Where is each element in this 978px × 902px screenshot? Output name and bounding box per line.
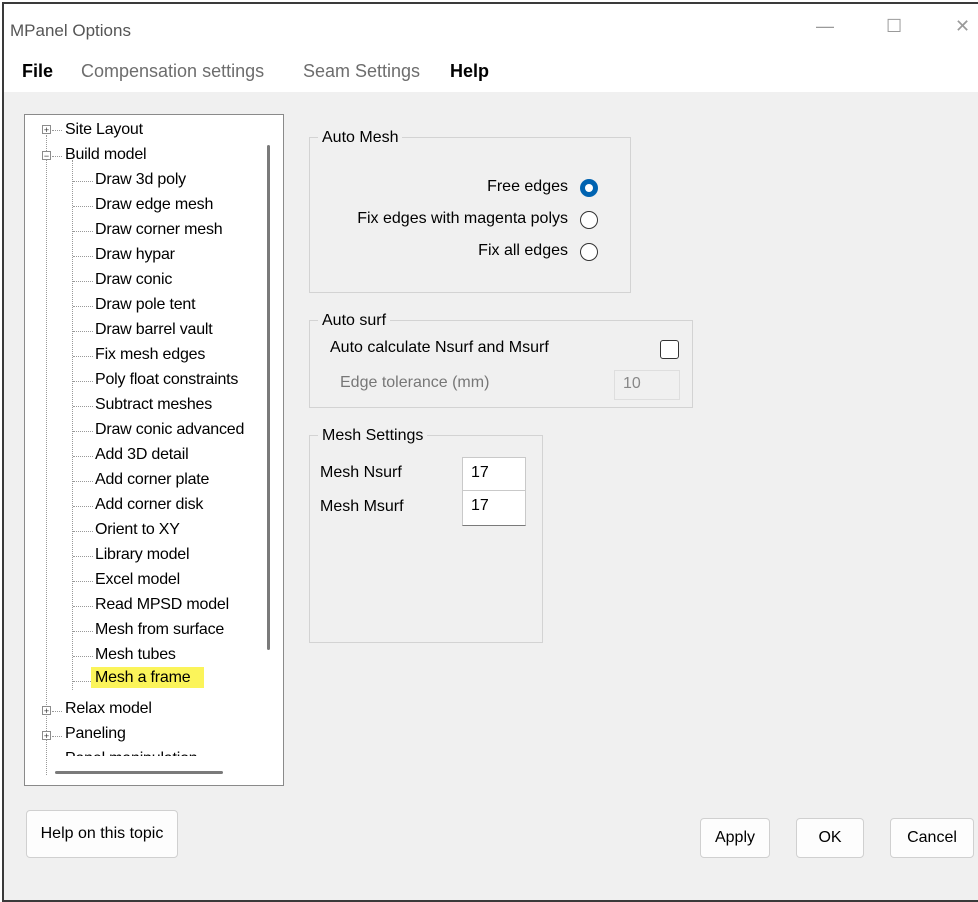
- menu-help[interactable]: Help: [450, 61, 489, 82]
- tree-item-read-mpsd-model[interactable]: Read MPSD model: [95, 596, 229, 614]
- tree-horizontal-scrollbar[interactable]: [55, 771, 223, 774]
- tree-connector: [73, 256, 93, 257]
- tree-item-draw-edge-mesh[interactable]: Draw edge mesh: [95, 196, 213, 214]
- tree-connector: [73, 531, 93, 532]
- tree-root-line: [46, 135, 47, 775]
- tree-connector: [73, 231, 93, 232]
- tree-connector: [73, 431, 93, 432]
- tree-connector: [52, 130, 62, 131]
- tree-item-orient-to-xy[interactable]: Orient to XY: [95, 521, 180, 539]
- window-title: MPanel Options: [10, 21, 131, 40]
- tree-item-mesh-from-surface[interactable]: Mesh from surface: [95, 621, 224, 639]
- cancel-button[interactable]: Cancel: [890, 818, 974, 858]
- tree-connector: [73, 656, 93, 657]
- tree-item-fix-mesh-edges[interactable]: Fix mesh edges: [95, 346, 205, 364]
- tree-connector: [73, 481, 93, 482]
- fix-all-edges-label: Fix all edges: [478, 242, 568, 259]
- close-icon[interactable]: ✕: [955, 16, 970, 37]
- apply-button[interactable]: Apply: [700, 818, 770, 858]
- tree-connector: [73, 581, 93, 582]
- auto-mesh-title: Auto Mesh: [318, 129, 403, 147]
- tree-connector: [73, 406, 93, 407]
- auto-mesh-group: Auto Mesh Free edges Fix edges with mage…: [309, 129, 631, 293]
- tree-item-relax-model[interactable]: Relax model: [65, 700, 152, 718]
- free-edges-radio[interactable]: [580, 179, 598, 197]
- tree-item-library-model[interactable]: Library model: [95, 546, 190, 564]
- menu-file[interactable]: File: [22, 61, 53, 82]
- tree-item-poly-float-constraints[interactable]: Poly float constraints: [95, 371, 238, 389]
- tree-item-add-corner-plate[interactable]: Add corner plate: [95, 471, 209, 489]
- tree-connector: [73, 606, 93, 607]
- collapse-icon[interactable]: −: [42, 151, 51, 161]
- ok-button[interactable]: OK: [796, 818, 864, 858]
- tree-connector: [73, 456, 93, 457]
- tree-connector: [73, 181, 93, 182]
- tree-connector: [73, 681, 93, 682]
- options-window: MPanel Options — ☐ ✕ File Compensation s…: [2, 2, 978, 902]
- mesh-msurf-input[interactable]: 17: [462, 490, 526, 526]
- tree-item-draw-conic-advanced[interactable]: Draw conic advanced: [95, 421, 244, 439]
- edge-tolerance-input[interactable]: 10: [614, 370, 680, 400]
- fix-magenta-radio[interactable]: [580, 211, 598, 229]
- auto-surf-title: Auto surf: [318, 312, 391, 330]
- tree-connector: [73, 631, 93, 632]
- options-tree[interactable]: + Site Layout − Build model Draw 3d poly…: [24, 114, 284, 786]
- tree-connector: [52, 711, 62, 712]
- minimize-icon[interactable]: —: [816, 16, 834, 37]
- mesh-settings-title: Mesh Settings: [318, 427, 428, 445]
- tree-item-subtract-meshes[interactable]: Subtract meshes: [95, 396, 212, 414]
- tree-connector: [73, 556, 93, 557]
- expand-icon[interactable]: +: [42, 125, 51, 135]
- auto-surf-group: Auto surf Auto calculate Nsurf and Msurf…: [309, 312, 693, 408]
- menu-seam-settings[interactable]: Seam Settings: [303, 61, 420, 82]
- tree-item-draw-hypar[interactable]: Draw hypar: [95, 246, 175, 264]
- tree-item-partial[interactable]: Panel manipulation: [65, 750, 198, 756]
- maximize-icon[interactable]: ☐: [886, 16, 902, 37]
- tree-connector: [73, 306, 93, 307]
- expand-icon[interactable]: +: [42, 706, 51, 716]
- fix-magenta-label: Fix edges with magenta polys: [357, 210, 568, 227]
- menu-bar: File Compensation settings Seam Settings…: [4, 50, 978, 92]
- selected-highlight: Mesh a frame: [91, 667, 205, 688]
- mesh-msurf-label: Mesh Msurf: [320, 498, 404, 515]
- tree-connector: [52, 736, 62, 737]
- tree-connector: [73, 506, 93, 507]
- tree-connector: [73, 331, 93, 332]
- tree-item-draw-3d-poly[interactable]: Draw 3d poly: [95, 171, 186, 189]
- mesh-nsurf-input[interactable]: 17: [462, 457, 526, 493]
- tree-item-add-corner-disk[interactable]: Add corner disk: [95, 496, 203, 514]
- tree-child-line: [72, 160, 73, 690]
- tree-connector: [73, 206, 93, 207]
- tree-item-draw-pole-tent[interactable]: Draw pole tent: [95, 296, 196, 314]
- help-on-topic-button[interactable]: Help on this topic: [26, 810, 178, 858]
- tree-item-mesh-a-frame[interactable]: Mesh a frame: [91, 667, 205, 688]
- fix-all-edges-radio[interactable]: [580, 243, 598, 261]
- tree-connector: [52, 156, 62, 157]
- tree-connector: [73, 356, 93, 357]
- tree-item-draw-conic[interactable]: Draw conic: [95, 271, 172, 289]
- tree-connector: [73, 281, 93, 282]
- tree-connector: [73, 381, 93, 382]
- tree-item-excel-model[interactable]: Excel model: [95, 571, 180, 589]
- expand-icon[interactable]: +: [42, 731, 51, 741]
- mesh-settings-group: Mesh Settings Mesh Nsurf 17 Mesh Msurf 1…: [309, 427, 543, 643]
- tree-item-build-model[interactable]: Build model: [65, 146, 147, 164]
- tree-vertical-scrollbar[interactable]: [267, 145, 270, 650]
- free-edges-label: Free edges: [487, 178, 568, 195]
- tree-item-draw-corner-mesh[interactable]: Draw corner mesh: [95, 221, 223, 239]
- edge-tolerance-label: Edge tolerance (mm): [340, 374, 490, 391]
- auto-calculate-checkbox[interactable]: [660, 340, 679, 359]
- tree-item-add-3d-detail[interactable]: Add 3D detail: [95, 446, 189, 464]
- tree-item-site-layout[interactable]: Site Layout: [65, 121, 143, 139]
- mesh-nsurf-label: Mesh Nsurf: [320, 464, 402, 481]
- auto-calculate-label: Auto calculate Nsurf and Msurf: [330, 339, 549, 356]
- tree-item-paneling[interactable]: Paneling: [65, 725, 126, 743]
- menu-compensation-settings[interactable]: Compensation settings: [81, 61, 264, 82]
- tree-item-draw-barrel-vault[interactable]: Draw barrel vault: [95, 321, 213, 339]
- tree-item-mesh-tubes[interactable]: Mesh tubes: [95, 646, 176, 664]
- title-bar: MPanel Options — ☐ ✕: [4, 4, 978, 50]
